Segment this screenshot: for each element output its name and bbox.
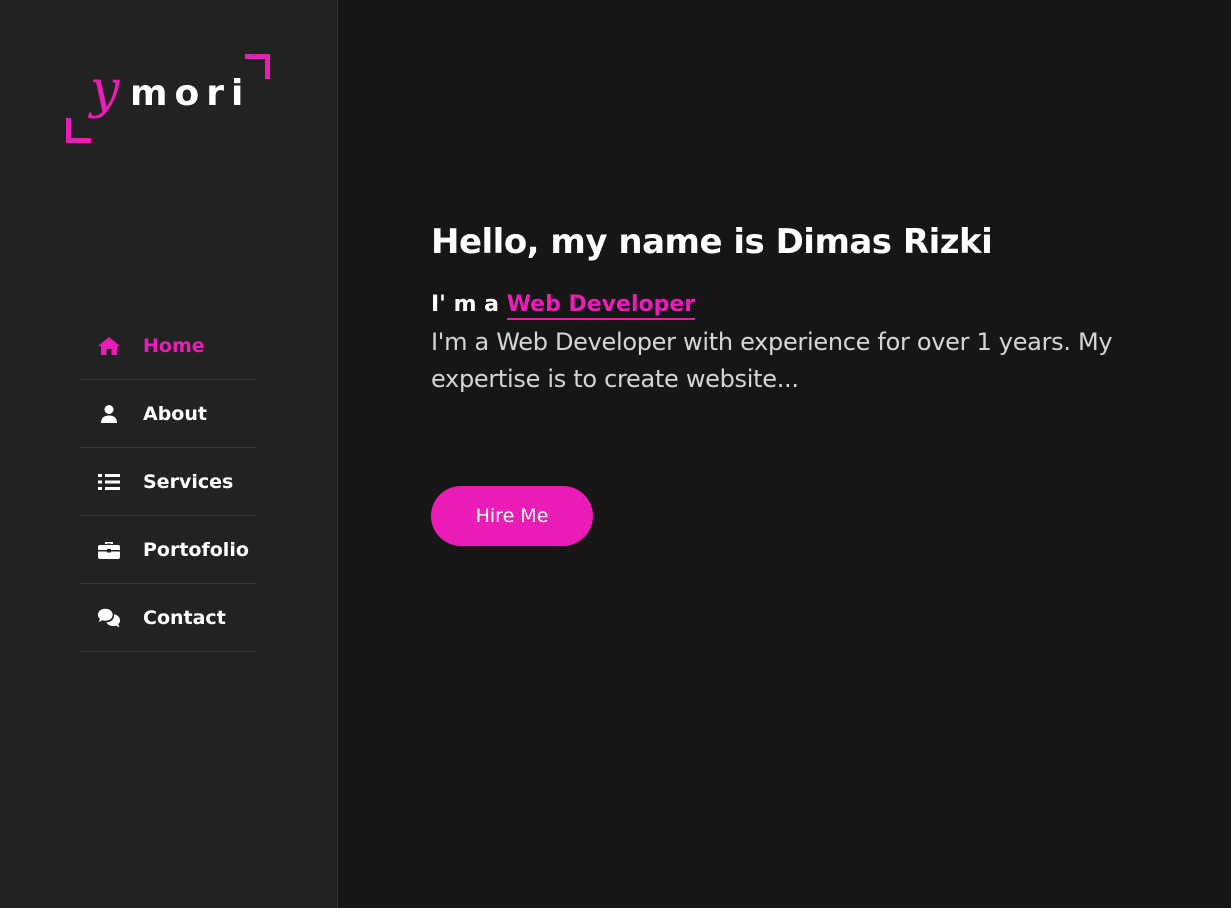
page-title: Hello, my name is Dimas Rizki (431, 222, 993, 262)
logo-corner-bottom-left (66, 118, 91, 143)
list-icon (97, 473, 121, 491)
intro-description: I'm a Web Developer with experience for … (431, 328, 1113, 393)
nav-item-about[interactable]: About (79, 380, 257, 448)
role-highlight: Web Developer (506, 292, 696, 320)
logo[interactable]: y mori (66, 54, 270, 143)
nav-item-portofolio[interactable]: Portofolio (79, 516, 257, 584)
sidebar: y mori Home About Services Portofolio Co… (0, 0, 338, 908)
nav-item-contact[interactable]: Contact (79, 584, 257, 652)
nav-item-label: Contact (143, 606, 226, 629)
nav-item-home[interactable]: Home (79, 312, 257, 380)
comments-icon (97, 607, 121, 629)
main-nav: Home About Services Portofolio Contact (79, 312, 257, 652)
nav-item-label: Services (143, 470, 234, 493)
nav-item-label: About (143, 402, 207, 425)
logo-initial: y (90, 60, 120, 120)
role-prefix: I' m a (431, 292, 500, 317)
nav-item-label: Home (143, 334, 205, 357)
home-icon (97, 336, 121, 356)
nav-item-label: Portofolio (143, 538, 249, 561)
hire-me-button[interactable]: Hire Me (431, 486, 593, 546)
nav-item-services[interactable]: Services (79, 448, 257, 516)
briefcase-icon (97, 540, 121, 560)
logo-text: mori (130, 73, 251, 114)
role-line: I' m a Web Developer (431, 292, 696, 320)
user-icon (97, 404, 121, 424)
